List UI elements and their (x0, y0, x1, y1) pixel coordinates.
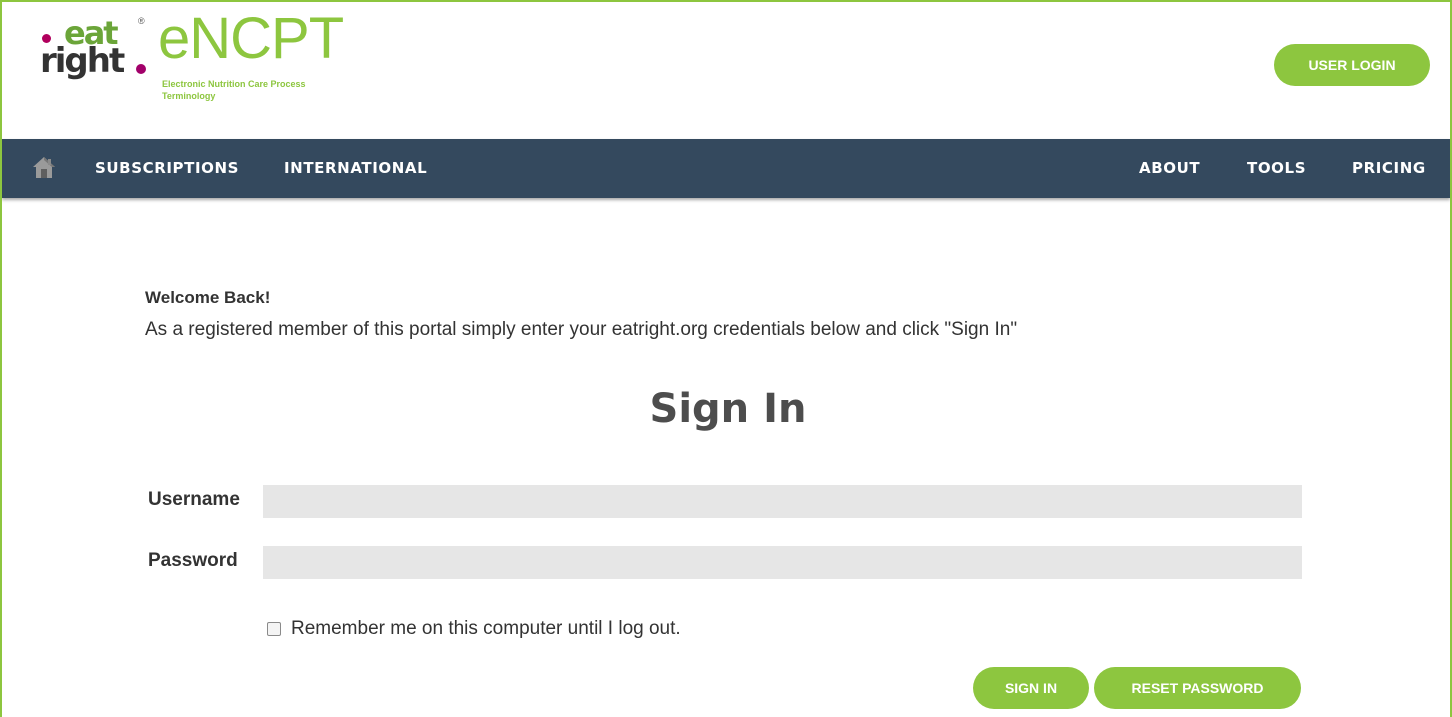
main-navbar: SUBSCRIPTIONS INTERNATIONAL ABOUT TOOLS … (2, 139, 1450, 198)
encpt-logo[interactable]: eNCPT (158, 10, 344, 68)
password-input[interactable] (263, 546, 1302, 579)
encpt-tagline-line2: Terminology (162, 91, 216, 101)
nav-international[interactable]: INTERNATIONAL (284, 159, 427, 177)
remember-me-row: Remember me on this computer until I log… (267, 618, 681, 640)
reset-password-button[interactable]: RESET PASSWORD (1094, 667, 1301, 709)
signin-heading: Sign In (649, 386, 807, 432)
logo-right-text: right (40, 41, 125, 81)
home-icon[interactable] (32, 155, 56, 179)
nav-pricing[interactable]: PRICING (1352, 159, 1426, 177)
nav-tools[interactable]: TOOLS (1247, 159, 1306, 177)
remember-me-label[interactable]: Remember me on this computer until I log… (291, 618, 681, 640)
sign-in-button[interactable]: SIGN IN (973, 667, 1089, 709)
nav-subscriptions[interactable]: SUBSCRIPTIONS (95, 159, 239, 177)
nav-about[interactable]: ABOUT (1139, 159, 1200, 177)
username-input[interactable] (263, 485, 1302, 518)
logo-dot-purple (136, 64, 146, 74)
remember-me-checkbox[interactable] (267, 622, 281, 636)
welcome-text: As a registered member of this portal si… (145, 319, 1018, 340)
encpt-tagline-line1: Electronic Nutrition Care Process (162, 79, 306, 89)
password-label: Password (148, 550, 238, 571)
eatright-logo[interactable]: eat ® right (40, 16, 150, 84)
user-login-button[interactable]: USER LOGIN (1274, 44, 1430, 86)
logo-registered-mark: ® (138, 16, 145, 26)
site-header: eat ® right eNCPT Electronic Nutrition C… (2, 2, 1450, 138)
page-frame: eat ® right eNCPT Electronic Nutrition C… (0, 0, 1452, 717)
username-label: Username (148, 489, 240, 510)
welcome-title: Welcome Back! (145, 288, 271, 307)
encpt-tagline: Electronic Nutrition Care Process Termin… (162, 78, 306, 102)
